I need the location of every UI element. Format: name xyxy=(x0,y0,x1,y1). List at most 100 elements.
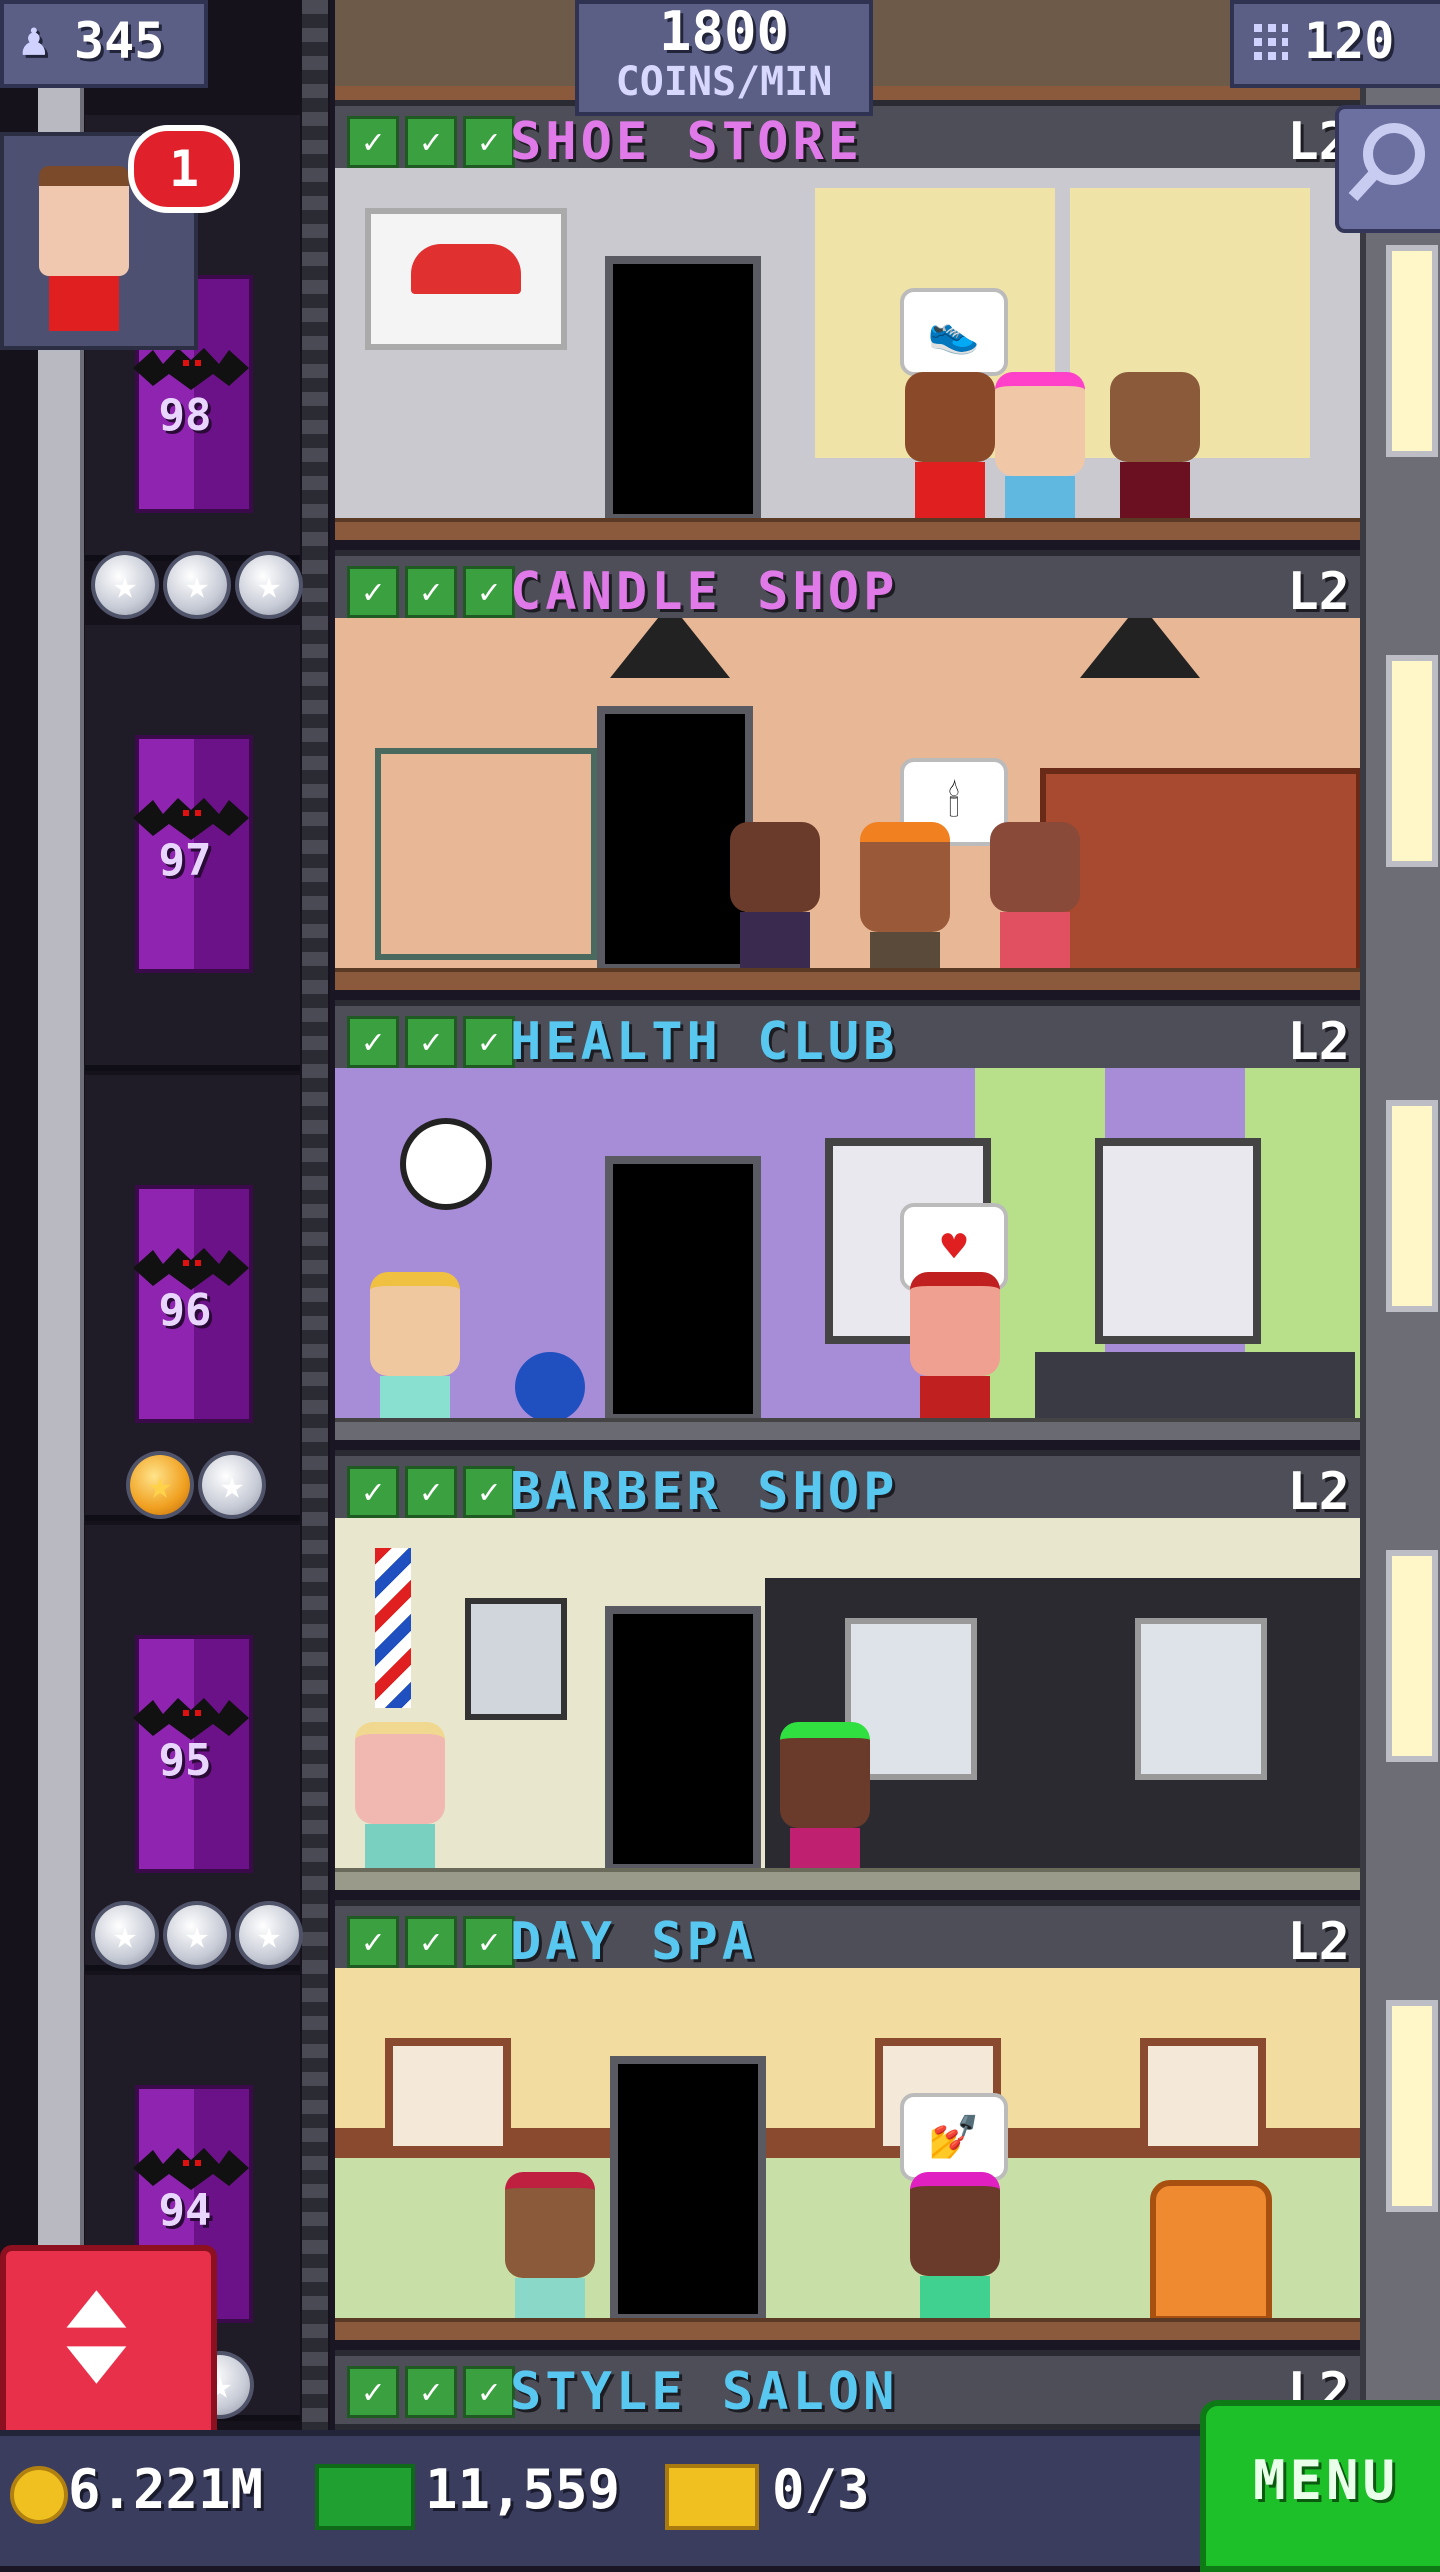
silver-star-icon xyxy=(167,1905,227,1965)
floor-day-spa[interactable]: ✓ ✓ ✓ DAY SPA L2 💅 xyxy=(335,1900,1360,2340)
check-icon: ✓ xyxy=(405,116,457,168)
coins-value: 6.221M xyxy=(68,2458,264,2521)
floor-candle-shop[interactable]: ✓ ✓ ✓ CANDLE SHOP L2 🕯 xyxy=(335,550,1360,990)
shop-door xyxy=(605,256,761,522)
wall-light xyxy=(1386,245,1438,457)
silver-star-icon xyxy=(202,1455,262,1515)
check-icon: ✓ xyxy=(347,1466,399,1518)
building-right-wall xyxy=(1360,0,1440,2430)
avatar xyxy=(39,166,129,276)
stock-checks: ✓ ✓ ✓ xyxy=(347,2366,515,2418)
floor-ground xyxy=(335,2318,1360,2340)
floors-value: 120 xyxy=(1304,12,1395,70)
exercise-ball xyxy=(515,1352,585,1422)
customer-figure[interactable] xyxy=(995,372,1085,536)
person-icon: ♟ xyxy=(20,12,48,66)
shop-door xyxy=(605,1156,761,1422)
customer-figure[interactable] xyxy=(370,1272,460,1436)
candle-rack xyxy=(375,748,597,960)
check-icon: ✓ xyxy=(405,2366,457,2418)
wall-art xyxy=(385,2038,511,2154)
stock-checks: ✓ ✓ ✓ xyxy=(347,1466,515,1518)
barber-shop-room[interactable] xyxy=(335,1518,1360,1890)
customer-figure[interactable] xyxy=(355,1722,445,1884)
stock-checks: ✓ ✓ ✓ xyxy=(347,566,515,618)
ceiling-lamp xyxy=(610,618,730,678)
check-icon: ✓ xyxy=(405,1016,457,1068)
floor-level: L2 xyxy=(1287,1912,1350,1972)
customer-request-bubble[interactable]: 💅 xyxy=(900,2093,1008,2181)
menu-button[interactable]: MENU xyxy=(1200,2400,1440,2572)
shoe-store-room[interactable]: 👟 xyxy=(335,168,1360,540)
check-icon: ✓ xyxy=(463,1016,515,1068)
candle-shelf xyxy=(1040,768,1360,980)
elevator-shaft[interactable]: 98 97 96 95 94 xyxy=(0,0,330,2430)
avatar-body xyxy=(49,276,119,331)
wall-light xyxy=(1386,1100,1438,1312)
up-down-arrows-icon xyxy=(66,2290,127,2384)
population-value: 345 xyxy=(74,12,165,70)
scroll-elevator-button[interactable] xyxy=(0,2245,217,2442)
customer-figure[interactable] xyxy=(905,372,995,522)
floor-barber-shop[interactable]: ✓ ✓ ✓ BARBER SHOP L2 xyxy=(335,1450,1360,1890)
worker-figure[interactable] xyxy=(910,1272,1000,1436)
floors-counter[interactable]: 120 xyxy=(1230,0,1440,88)
candle-shop-room[interactable]: 🕯 xyxy=(335,618,1360,990)
window xyxy=(1095,1138,1261,1344)
elevator-floor-number: 95 xyxy=(158,1735,212,1786)
coin-icon xyxy=(10,2466,68,2524)
elevator-floor-number: 96 xyxy=(158,1285,212,1336)
elevator-stop-97[interactable]: 97 xyxy=(85,625,300,1071)
silver-star-icon xyxy=(167,555,227,615)
check-icon: ✓ xyxy=(347,566,399,618)
floor-ground xyxy=(335,1418,1360,1440)
silver-star-icon xyxy=(95,1905,155,1965)
floor-name: STYLE SALON xyxy=(510,2362,899,2422)
tickets-value[interactable]: 0/3 xyxy=(772,2458,870,2521)
wall-poster xyxy=(465,1598,567,1720)
gold-star-icon xyxy=(130,1455,190,1515)
worker-figure[interactable] xyxy=(1110,372,1200,522)
floor-ground xyxy=(335,518,1360,540)
customer-request-bubble[interactable]: 👟 xyxy=(900,288,1008,376)
population-counter[interactable]: ♟ 345 xyxy=(0,0,208,88)
shop-door xyxy=(605,1606,761,1872)
floor-shoe-store[interactable]: ✓ ✓ ✓ SHOE STORE L2 👟 xyxy=(335,100,1360,540)
check-icon: ✓ xyxy=(463,566,515,618)
customer-figure[interactable] xyxy=(730,822,820,972)
search-button[interactable] xyxy=(1335,105,1440,233)
notification-badge: 1 xyxy=(128,125,240,213)
day-spa-room[interactable]: 💅 xyxy=(335,1968,1360,2340)
coins-per-minute: 1800 COINS/MIN xyxy=(575,0,873,116)
spa-chair xyxy=(1150,2180,1272,2322)
silver-star-icon xyxy=(239,555,299,615)
magnifier-icon xyxy=(1348,123,1425,202)
worker-figure[interactable] xyxy=(910,2172,1000,2336)
floor-health-club[interactable]: ✓ ✓ ✓ HEALTH CLUB L2 ♥ xyxy=(335,1000,1360,1440)
health-club-room[interactable]: ♥ xyxy=(335,1068,1360,1440)
check-icon: ✓ xyxy=(463,1916,515,1968)
floor-level: L2 xyxy=(1287,1012,1350,1072)
check-icon: ✓ xyxy=(405,1466,457,1518)
floor-level: L2 xyxy=(1287,562,1350,622)
silver-star-icon xyxy=(239,1905,299,1965)
worker-figure[interactable] xyxy=(860,822,950,990)
floor-ground xyxy=(335,1868,1360,1890)
ticket-icon xyxy=(665,2464,759,2530)
wall-light xyxy=(1386,1550,1438,1762)
shop-door xyxy=(610,2056,766,2322)
customer-figure[interactable] xyxy=(505,2172,595,2338)
check-icon: ✓ xyxy=(347,116,399,168)
shoe-poster xyxy=(365,208,567,350)
floor-ground xyxy=(335,968,1360,990)
ceiling-lamp xyxy=(1080,618,1200,678)
worker-figure[interactable] xyxy=(780,1722,870,1888)
floor-star-rating xyxy=(95,1905,299,1965)
coins-per-min-unit: COINS/MIN xyxy=(615,59,833,105)
bux-value[interactable]: 11,559 xyxy=(425,2458,620,2521)
building-icon xyxy=(1248,18,1288,66)
customer-figure[interactable] xyxy=(990,822,1080,972)
check-icon: ✓ xyxy=(405,1916,457,1968)
wall-art xyxy=(1140,2038,1266,2154)
cash-icon xyxy=(315,2464,415,2530)
